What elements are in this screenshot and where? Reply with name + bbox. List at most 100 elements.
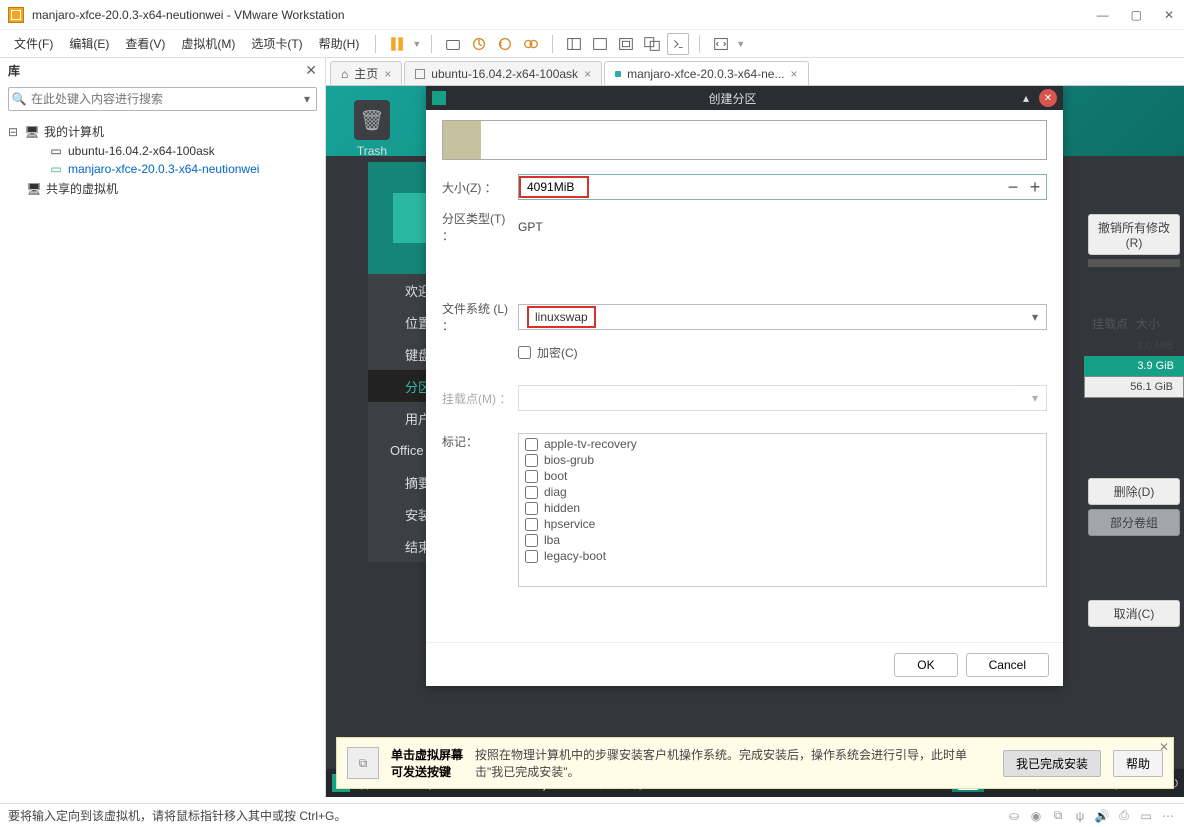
- flag-item[interactable]: diag: [521, 484, 1044, 500]
- window-minimize[interactable]: —: [1095, 4, 1111, 26]
- size-increase[interactable]: +: [1024, 177, 1046, 198]
- hint-bold: 单击虚拟屏幕 可发送按键: [391, 746, 463, 780]
- hint-help-button[interactable]: 帮助: [1113, 750, 1163, 777]
- vmware-icon: [8, 7, 24, 23]
- flag-item[interactable]: bios-grub: [521, 452, 1044, 468]
- part-row[interactable]: 3.9 GiB: [1084, 356, 1184, 376]
- statusbar: 要将输入定向到该虚拟机，请将鼠标指针移入其中或按 Ctrl+G。 ⛀ ◉ ⧉ ψ…: [0, 803, 1184, 827]
- search-input[interactable]: [29, 90, 298, 108]
- size-input[interactable]: [521, 178, 587, 196]
- tab-home[interactable]: ⌂主页×: [330, 61, 402, 85]
- flag-item[interactable]: hpservice: [521, 516, 1044, 532]
- install-done-button[interactable]: 我已完成安装: [1003, 750, 1101, 777]
- display-icon[interactable]: ▭: [1138, 808, 1154, 824]
- snapshot-manager-button[interactable]: [520, 33, 542, 55]
- tree-root-mycomputer[interactable]: ⊟🖥 我的计算机: [4, 121, 321, 142]
- library-search[interactable]: 🔍 ▾: [8, 87, 317, 111]
- status-text: 要将输入定向到该虚拟机，请将鼠标指针移入其中或按 Ctrl+G。: [8, 807, 346, 824]
- dialog-minimize[interactable]: ▴: [1017, 89, 1035, 107]
- tree-shared-vms[interactable]: 🖥共享的虚拟机: [4, 178, 321, 199]
- dialog-title: 创建分区: [452, 90, 1013, 107]
- tab-ubuntu[interactable]: ubuntu-16.04.2-x64-100ask×: [404, 61, 602, 85]
- install-cancel-button[interactable]: 取消(C): [1088, 600, 1180, 627]
- tree-label: ubuntu-16.04.2-x64-100ask: [68, 144, 215, 158]
- search-dropdown[interactable]: ▾: [298, 92, 316, 106]
- part-row[interactable]: 56.1 GiB: [1084, 376, 1184, 398]
- dialog-titlebar[interactable]: 创建分区 ▴ ✕: [426, 86, 1063, 110]
- flag-item[interactable]: legacy-boot: [521, 548, 1044, 564]
- flag-item[interactable]: boot: [521, 468, 1044, 484]
- sound-icon[interactable]: 🔊: [1094, 808, 1110, 824]
- tree-label: manjaro-xfce-20.0.3-x64-neutionwei: [68, 162, 259, 176]
- view-fullscreen-button[interactable]: [615, 33, 637, 55]
- flag-item[interactable]: hidden: [521, 500, 1044, 516]
- snapshot-revert-button[interactable]: [494, 33, 516, 55]
- size-input-wrap: − +: [518, 174, 1047, 200]
- tab-close[interactable]: ×: [790, 67, 797, 81]
- vm-tabs: ⌂主页× ubuntu-16.04.2-x64-100ask× manjaro-…: [326, 58, 1184, 86]
- flag-item[interactable]: lba: [521, 532, 1044, 548]
- stretch-dropdown[interactable]: ▼: [736, 39, 745, 49]
- menu-file[interactable]: 文件(F): [8, 31, 59, 56]
- manjaro-icon: [432, 91, 446, 105]
- net-icon[interactable]: ⧉: [1050, 808, 1066, 824]
- tree-label: 共享的虚拟机: [46, 180, 118, 197]
- usb-icon[interactable]: ψ: [1072, 808, 1088, 824]
- menu-vm[interactable]: 虚拟机(M): [175, 31, 241, 56]
- size-label: 大小(Z) ：: [442, 179, 518, 196]
- desktop-trash[interactable]: 🗑 Trash: [354, 100, 390, 158]
- filesystem-select[interactable]: linuxswap ▾: [518, 304, 1047, 330]
- ptype-label: 分区类型(T) ：: [442, 210, 518, 244]
- tree-vm-manjaro[interactable]: ▭manjaro-xfce-20.0.3-x64-neutionwei: [4, 160, 321, 178]
- mount-label: 挂载点(M) ：: [442, 390, 518, 407]
- undo-all-button[interactable]: 撤销所有修改(R): [1088, 214, 1180, 255]
- library-close[interactable]: ✕: [305, 62, 317, 79]
- partition-right-panel: 撤销所有修改(R) 挂载点大小 8.0 MiB 3.9 GiB 56.1 GiB…: [1084, 162, 1184, 631]
- mount-select: ▾: [518, 385, 1047, 411]
- snapshot-button[interactable]: [468, 33, 490, 55]
- window-close[interactable]: ✕: [1162, 4, 1176, 26]
- window-titlebar: manjaro-xfce-20.0.3-x64-neutionwei - VMw…: [0, 0, 1184, 30]
- menu-edit[interactable]: 编辑(E): [63, 31, 115, 56]
- menu-tabs[interactable]: 选项卡(T): [245, 31, 308, 56]
- menu-view[interactable]: 查看(V): [119, 31, 171, 56]
- tree-vm-ubuntu[interactable]: ▭ubuntu-16.04.2-x64-100ask: [4, 142, 321, 160]
- encrypt-checkbox[interactable]: 加密(C): [518, 344, 578, 361]
- pause-dropdown[interactable]: ▼: [412, 39, 421, 49]
- printer-icon[interactable]: ⎙: [1116, 808, 1132, 824]
- hint-close[interactable]: ✕: [1159, 740, 1169, 754]
- cd-icon[interactable]: ◉: [1028, 808, 1044, 824]
- pause-button[interactable]: [386, 33, 408, 55]
- delete-button[interactable]: 删除(D): [1088, 478, 1180, 505]
- size-decrease[interactable]: −: [1002, 177, 1024, 198]
- tab-close[interactable]: ×: [584, 67, 591, 81]
- more-icon[interactable]: ⋯: [1160, 808, 1176, 824]
- view-unity-button[interactable]: [641, 33, 663, 55]
- hdd-icon[interactable]: ⛀: [1006, 808, 1022, 824]
- part-row[interactable]: 8.0 MiB: [1084, 336, 1184, 356]
- volgroup-button[interactable]: 部分卷组: [1088, 509, 1180, 536]
- status-device-icons: ⛀ ◉ ⧉ ψ 🔊 ⎙ ▭ ⋯: [1006, 808, 1176, 824]
- dialog-close[interactable]: ✕: [1039, 89, 1057, 107]
- disk-visual: [442, 120, 1047, 160]
- menubar: 文件(F) 编辑(E) 查看(V) 虚拟机(M) 选项卡(T) 帮助(H) ▼ …: [0, 30, 1184, 58]
- tab-close[interactable]: ×: [384, 67, 391, 81]
- view-console-button[interactable]: [589, 33, 611, 55]
- flags-label: 标记：: [442, 433, 518, 450]
- flag-item[interactable]: apple-tv-recovery: [521, 436, 1044, 452]
- window-maximize[interactable]: ▢: [1129, 4, 1144, 26]
- cancel-button[interactable]: Cancel: [966, 653, 1049, 677]
- fs-label: 文件系统 (L) ：: [442, 300, 518, 334]
- ok-button[interactable]: OK: [894, 653, 957, 677]
- ptype-value: GPT: [518, 220, 543, 234]
- guest-desktop[interactable]: 🗑 Trash 欢迎 位置 键盘 分区 用户 Office Sui 摘要 安装 …: [326, 86, 1184, 797]
- view-sidebar-button[interactable]: [563, 33, 585, 55]
- create-partition-dialog: 创建分区 ▴ ✕ 大小(Z) ： − +: [426, 86, 1063, 686]
- menu-help[interactable]: 帮助(H): [313, 31, 366, 56]
- hint-icon: ⧉: [347, 747, 379, 779]
- library-panel: 库 ✕ 🔍 ▾ ⊟🖥 我的计算机 ▭ubuntu-16.04.2-x64-100…: [0, 58, 326, 797]
- send-cad-button[interactable]: [442, 33, 464, 55]
- view-console-popout-button[interactable]: [667, 33, 689, 55]
- tab-manjaro[interactable]: manjaro-xfce-20.0.3-x64-ne...×: [604, 61, 808, 85]
- stretch-button[interactable]: [710, 33, 732, 55]
